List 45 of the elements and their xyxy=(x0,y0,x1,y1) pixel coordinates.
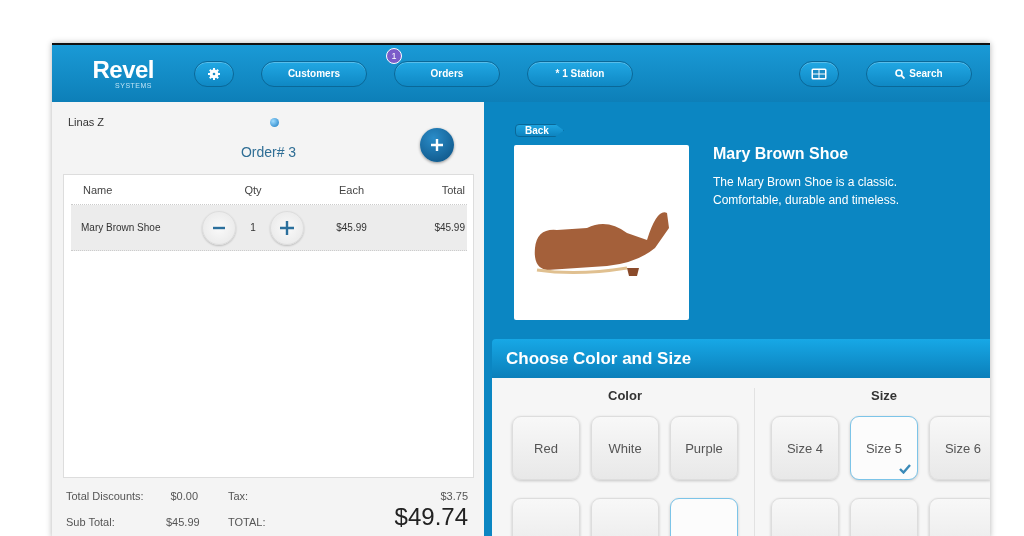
group-heading: Size xyxy=(871,388,897,405)
order-row[interactable]: Mary Brown Shoe 1 $45.99 $45.99 xyxy=(71,205,467,251)
plus-icon xyxy=(431,139,443,151)
grand-total: $49.74 xyxy=(393,506,468,528)
column-header: Each xyxy=(337,183,366,196)
settings-icon xyxy=(208,67,220,80)
table-cell-text: $45.99 xyxy=(335,222,368,233)
column-header: Qty xyxy=(243,183,263,196)
totals-label: Sub Total: xyxy=(66,516,116,528)
totals-label: Tax: xyxy=(228,490,250,502)
brand-logo: Revel xyxy=(92,58,154,82)
panel-header: Choose Color and Size xyxy=(492,339,990,378)
checkmark-icon xyxy=(899,464,911,474)
option-button[interactable]: Purple xyxy=(670,416,738,480)
totals-value: $45.99 xyxy=(166,516,201,528)
option-button[interactable]: Size 6 xyxy=(929,416,990,480)
table-cell-text: $45.99 xyxy=(433,222,466,233)
totals-label: TOTAL: xyxy=(228,516,267,528)
product-title: Mary Brown Shoe xyxy=(713,145,850,163)
table-cell-text: Mary Brown Shoe xyxy=(80,222,162,233)
plus-icon xyxy=(279,220,294,235)
back-button[interactable]: Back xyxy=(515,124,564,137)
add-button[interactable] xyxy=(420,128,454,162)
option-button[interactable]: Red xyxy=(512,416,580,480)
increase-button[interactable] xyxy=(269,210,304,245)
order-number: Order# 3 xyxy=(239,144,298,160)
option-button[interactable]: White xyxy=(591,416,659,480)
option-button[interactable]: Size 4 xyxy=(771,416,839,480)
option-button[interactable]: Size 5 xyxy=(850,416,918,480)
product-description: The Mary Brown Shoe is a classic. Comfortable, durable and timeless. xyxy=(713,174,901,209)
quantity-value: 1 xyxy=(250,222,256,233)
group-heading: Color xyxy=(608,388,642,405)
customer-name: Linas Z xyxy=(67,115,105,128)
grid-icon xyxy=(811,67,827,80)
totals-value: $3.75 xyxy=(439,490,468,502)
layout-button[interactable] xyxy=(799,60,839,87)
column-header: Name xyxy=(82,183,114,196)
settings-button[interactable] xyxy=(194,60,234,87)
decrease-button[interactable] xyxy=(202,210,237,245)
totals-label: Total Discounts: xyxy=(66,490,145,502)
notification-badge: 1 xyxy=(386,47,402,64)
totals-value: $0.00 xyxy=(169,490,199,502)
search-icon xyxy=(895,68,906,79)
status-dot xyxy=(270,118,279,127)
column-header: Total xyxy=(440,183,466,196)
